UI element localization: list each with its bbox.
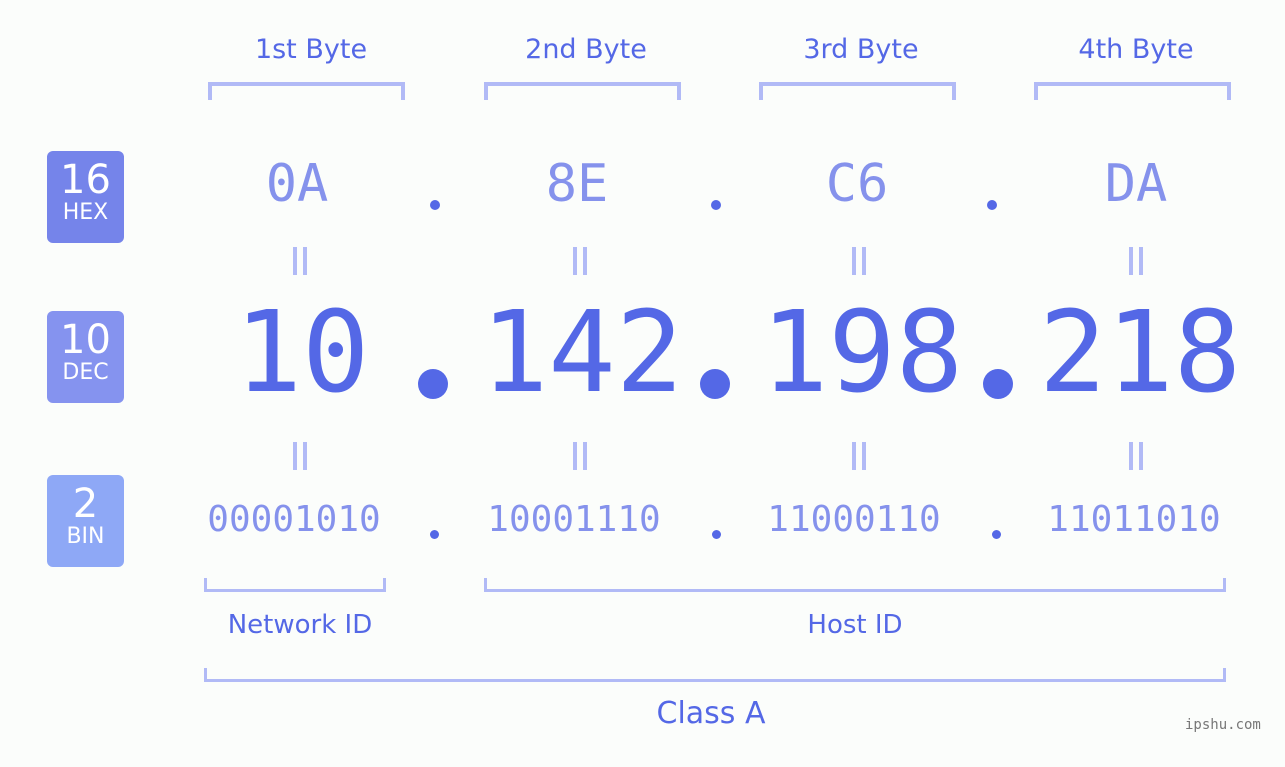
byte-bracket-3 — [759, 82, 956, 100]
class-bracket — [204, 668, 1226, 682]
equals-icon — [571, 247, 589, 275]
dec-dot-3 — [983, 369, 1013, 399]
bin-dot-2 — [712, 530, 721, 539]
host-id-bracket — [484, 578, 1226, 592]
dec-badge: 10 DEC — [47, 311, 124, 403]
bin-dot-1 — [430, 530, 439, 539]
byte-header-3: 3rd Byte — [803, 34, 919, 65]
equals-icon — [850, 247, 868, 275]
hex-dot-3 — [987, 200, 997, 210]
byte-header-4: 4th Byte — [1078, 34, 1194, 65]
hex-badge-number: 16 — [60, 157, 111, 203]
network-id-label: Network ID — [227, 610, 373, 640]
byte-bracket-4 — [1034, 82, 1231, 100]
hex-value-3: C6 — [825, 154, 889, 214]
equals-icon — [571, 442, 589, 470]
dec-dot-2 — [700, 369, 730, 399]
class-label: Class A — [656, 696, 766, 731]
hex-dot-1 — [430, 200, 440, 210]
host-id-label: Host ID — [807, 610, 903, 640]
bin-value-2: 10001110 — [487, 499, 661, 540]
dec-value-1: 10 — [234, 288, 370, 418]
bin-value-3: 11000110 — [767, 499, 941, 540]
dec-dot-1 — [418, 369, 448, 399]
equals-icon — [291, 442, 309, 470]
hex-value-4: DA — [1104, 154, 1168, 214]
bin-badge-number: 2 — [72, 481, 99, 527]
network-id-bracket — [204, 578, 386, 592]
equals-icon — [1127, 247, 1145, 275]
dec-badge-label: DEC — [62, 360, 109, 385]
hex-badge: 16 HEX — [47, 151, 124, 243]
hex-value-1: 0A — [265, 154, 329, 214]
bin-dot-3 — [992, 530, 1001, 539]
hex-badge-label: HEX — [62, 200, 109, 225]
byte-bracket-2 — [484, 82, 681, 100]
dec-badge-number: 10 — [60, 317, 111, 363]
byte-bracket-1 — [208, 82, 405, 100]
dec-value-4: 218 — [1038, 288, 1242, 418]
hex-value-2: 8E — [545, 154, 609, 214]
equals-icon — [291, 247, 309, 275]
bin-badge: 2 BIN — [47, 475, 124, 567]
byte-header-1: 1st Byte — [254, 34, 368, 65]
dec-value-3: 198 — [760, 288, 964, 418]
byte-header-2: 2nd Byte — [525, 34, 647, 65]
watermark: ipshu.com — [1185, 717, 1261, 733]
hex-dot-2 — [711, 200, 721, 210]
equals-icon — [850, 442, 868, 470]
equals-icon — [1127, 442, 1145, 470]
bin-value-4: 11011010 — [1047, 499, 1221, 540]
bin-value-1: 00001010 — [207, 499, 381, 540]
bin-badge-label: BIN — [66, 524, 105, 549]
dec-value-2: 142 — [480, 288, 684, 418]
